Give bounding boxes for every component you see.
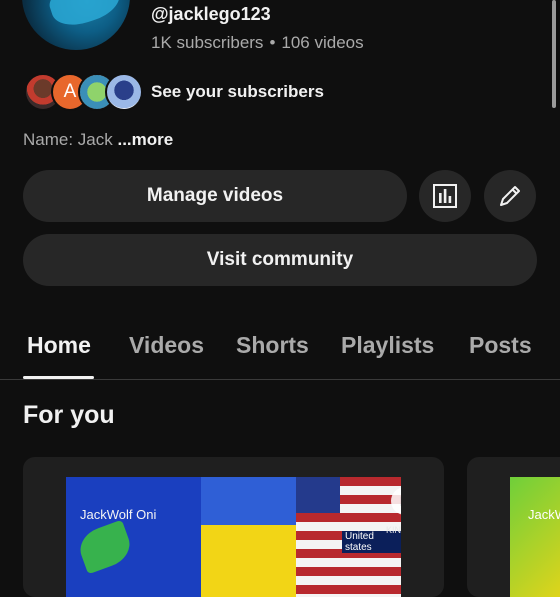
- scrollbar[interactable]: [552, 0, 556, 108]
- stats-separator: •: [269, 33, 276, 52]
- subscriber-avatars[interactable]: A: [24, 73, 143, 111]
- video-card[interactable]: JackWolf Oni United states K KINEMASTER: [23, 457, 444, 597]
- tab-divider: [0, 379, 560, 380]
- edit-channel-button[interactable]: [484, 170, 536, 222]
- description-text: Name: Jack: [23, 130, 118, 149]
- thumbnail-caption: JackW: [528, 507, 560, 522]
- visit-community-button[interactable]: Visit community: [23, 234, 537, 286]
- more-link[interactable]: ...more: [117, 130, 173, 149]
- thumbnail-caption: JackWolf Oni: [80, 507, 157, 522]
- video-count: 106 videos: [281, 33, 364, 52]
- see-subscribers-link[interactable]: See your subscribers: [151, 82, 324, 102]
- channel-avatar[interactable]: [22, 0, 130, 50]
- section-title: For you: [23, 401, 115, 429]
- video-card[interactable]: JackW: [467, 457, 560, 597]
- tab-home[interactable]: Home: [27, 332, 91, 359]
- manage-videos-button[interactable]: Manage videos: [23, 170, 407, 222]
- pencil-icon: [500, 186, 520, 206]
- channel-description[interactable]: Name: Jack ...more: [23, 130, 173, 150]
- bar-chart-icon: [433, 184, 457, 208]
- channel-handle: @jacklego123: [151, 4, 271, 24]
- analytics-button[interactable]: [419, 170, 471, 222]
- subscriber-avatar: [105, 73, 143, 111]
- channel-stats: 1K subscribers • 106 videos: [151, 33, 364, 53]
- video-thumbnail[interactable]: JackW: [510, 477, 560, 597]
- tab-playlists[interactable]: Playlists: [341, 332, 434, 359]
- video-thumbnail[interactable]: JackWolf Oni United states K KINEMASTER: [66, 477, 401, 597]
- tab-videos[interactable]: Videos: [129, 332, 204, 359]
- watermark-text: KINEMASTER: [386, 525, 401, 535]
- tab-posts[interactable]: Posts: [469, 332, 532, 359]
- tab-shorts[interactable]: Shorts: [236, 332, 309, 359]
- subscriber-count: 1K subscribers: [151, 33, 264, 52]
